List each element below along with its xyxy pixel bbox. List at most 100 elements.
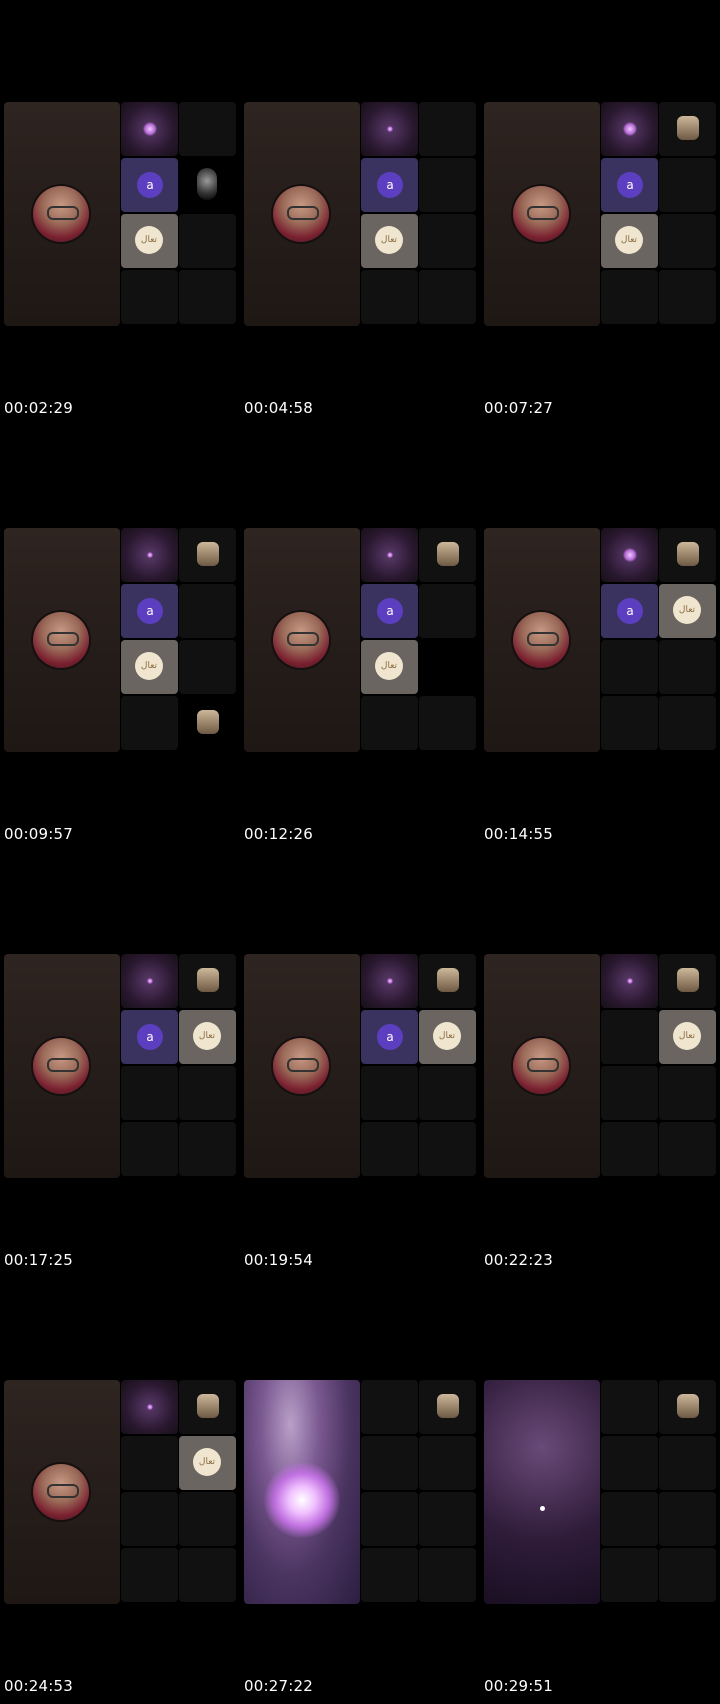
tile-empty[interactable]: [601, 1010, 658, 1064]
tile-empty[interactable]: [121, 1492, 178, 1546]
visualizer-main-tile[interactable]: [484, 1380, 600, 1604]
tile-empty[interactable]: [121, 1122, 178, 1176]
tile-a-avatar[interactable]: a: [121, 158, 178, 212]
tile-empty[interactable]: [601, 270, 658, 324]
tile-empty[interactable]: [659, 1492, 716, 1546]
tile-empty[interactable]: [419, 640, 476, 694]
tile-empty[interactable]: [179, 640, 236, 694]
tile-empty[interactable]: [361, 1122, 418, 1176]
tile-empty[interactable]: [419, 1548, 476, 1602]
tile-visualizer[interactable]: [361, 102, 418, 156]
tile-empty[interactable]: [121, 1548, 178, 1602]
tile-empty[interactable]: [179, 1492, 236, 1546]
tile-empty[interactable]: [121, 1066, 178, 1120]
tile-empty[interactable]: [361, 1436, 418, 1490]
tile-empty[interactable]: [361, 1380, 418, 1434]
tile-a-avatar[interactable]: a: [361, 1010, 418, 1064]
tile-empty[interactable]: [659, 1436, 716, 1490]
tile-empty[interactable]: [121, 1436, 178, 1490]
tile-photo[interactable]: [659, 954, 716, 1008]
tile-face[interactable]: [179, 158, 236, 212]
tile-empty[interactable]: [179, 102, 236, 156]
tile-empty[interactable]: [419, 696, 476, 750]
tile-empty[interactable]: [361, 270, 418, 324]
participant-main-tile[interactable]: [484, 528, 600, 752]
participant-main-tile[interactable]: [244, 954, 360, 1178]
tile-empty[interactable]: [601, 640, 658, 694]
tile-empty[interactable]: [601, 696, 658, 750]
tile-empty[interactable]: [419, 158, 476, 212]
tile-photo[interactable]: [659, 102, 716, 156]
tile-empty[interactable]: [361, 1548, 418, 1602]
tile-empty[interactable]: [361, 1492, 418, 1546]
tile-empty[interactable]: [601, 1380, 658, 1434]
tile-empty[interactable]: [419, 584, 476, 638]
tile-empty[interactable]: [361, 696, 418, 750]
tile-photo[interactable]: [419, 528, 476, 582]
participant-main-tile[interactable]: [4, 102, 120, 326]
participant-main-tile[interactable]: [4, 1380, 120, 1604]
tile-photo[interactable]: [419, 1380, 476, 1434]
tile-photo[interactable]: [179, 954, 236, 1008]
tile-empty[interactable]: [659, 1122, 716, 1176]
tile-calligraphy[interactable]: ﺗﻌﺎﻝ: [179, 1436, 236, 1490]
tile-empty[interactable]: [601, 1492, 658, 1546]
tile-empty[interactable]: [659, 1548, 716, 1602]
tile-empty[interactable]: [601, 1066, 658, 1120]
tile-visualizer[interactable]: [361, 954, 418, 1008]
tile-visualizer[interactable]: [121, 528, 178, 582]
participant-main-tile[interactable]: [4, 528, 120, 752]
tile-photo[interactable]: [179, 528, 236, 582]
tile-empty[interactable]: [659, 270, 716, 324]
participant-main-tile[interactable]: [484, 102, 600, 326]
tile-a-avatar[interactable]: a: [601, 584, 658, 638]
tile-calligraphy[interactable]: ﺗﻌﺎﻝ: [419, 1010, 476, 1064]
tile-empty[interactable]: [121, 270, 178, 324]
tile-calligraphy[interactable]: ﺗﻌﺎﻝ: [121, 640, 178, 694]
participant-main-tile[interactable]: [244, 528, 360, 752]
participant-main-tile[interactable]: [4, 954, 120, 1178]
tile-empty[interactable]: [179, 584, 236, 638]
tile-empty[interactable]: [121, 696, 178, 750]
tile-calligraphy[interactable]: ﺗﻌﺎﻝ: [601, 214, 658, 268]
tile-a-avatar[interactable]: a: [121, 584, 178, 638]
tile-visualizer[interactable]: [121, 102, 178, 156]
tile-calligraphy[interactable]: ﺗﻌﺎﻝ: [179, 1010, 236, 1064]
tile-empty[interactable]: [179, 1122, 236, 1176]
tile-photo[interactable]: [659, 528, 716, 582]
tile-empty[interactable]: [659, 696, 716, 750]
tile-calligraphy[interactable]: ﺗﻌﺎﻝ: [121, 214, 178, 268]
tile-empty[interactable]: [419, 1122, 476, 1176]
participant-main-tile[interactable]: [484, 954, 600, 1178]
tile-photo[interactable]: [419, 954, 476, 1008]
tile-visualizer[interactable]: [121, 954, 178, 1008]
tile-calligraphy[interactable]: ﺗﻌﺎﻝ: [659, 584, 716, 638]
tile-a-avatar[interactable]: a: [361, 158, 418, 212]
tile-calligraphy[interactable]: ﺗﻌﺎﻝ: [361, 640, 418, 694]
tile-empty[interactable]: [419, 1066, 476, 1120]
tile-a-avatar[interactable]: a: [121, 1010, 178, 1064]
tile-empty[interactable]: [419, 214, 476, 268]
tile-empty[interactable]: [601, 1548, 658, 1602]
tile-empty[interactable]: [659, 158, 716, 212]
tile-empty[interactable]: [659, 640, 716, 694]
tile-visualizer[interactable]: [361, 528, 418, 582]
tile-empty[interactable]: [419, 102, 476, 156]
tile-empty[interactable]: [659, 214, 716, 268]
tile-visualizer[interactable]: [601, 528, 658, 582]
tile-empty[interactable]: [179, 1548, 236, 1602]
tile-empty[interactable]: [179, 1066, 236, 1120]
tile-empty[interactable]: [659, 1066, 716, 1120]
tile-photo[interactable]: [659, 1380, 716, 1434]
tile-photo[interactable]: [179, 1380, 236, 1434]
tile-photo[interactable]: [179, 696, 236, 750]
participant-main-tile[interactable]: [244, 102, 360, 326]
tile-a-avatar[interactable]: a: [601, 158, 658, 212]
tile-empty[interactable]: [601, 1122, 658, 1176]
tile-empty[interactable]: [361, 1066, 418, 1120]
tile-visualizer[interactable]: [121, 1380, 178, 1434]
tile-calligraphy[interactable]: ﺗﻌﺎﻝ: [361, 214, 418, 268]
tile-visualizer[interactable]: [601, 954, 658, 1008]
visualizer-main-tile[interactable]: [244, 1380, 360, 1604]
tile-a-avatar[interactable]: a: [361, 584, 418, 638]
